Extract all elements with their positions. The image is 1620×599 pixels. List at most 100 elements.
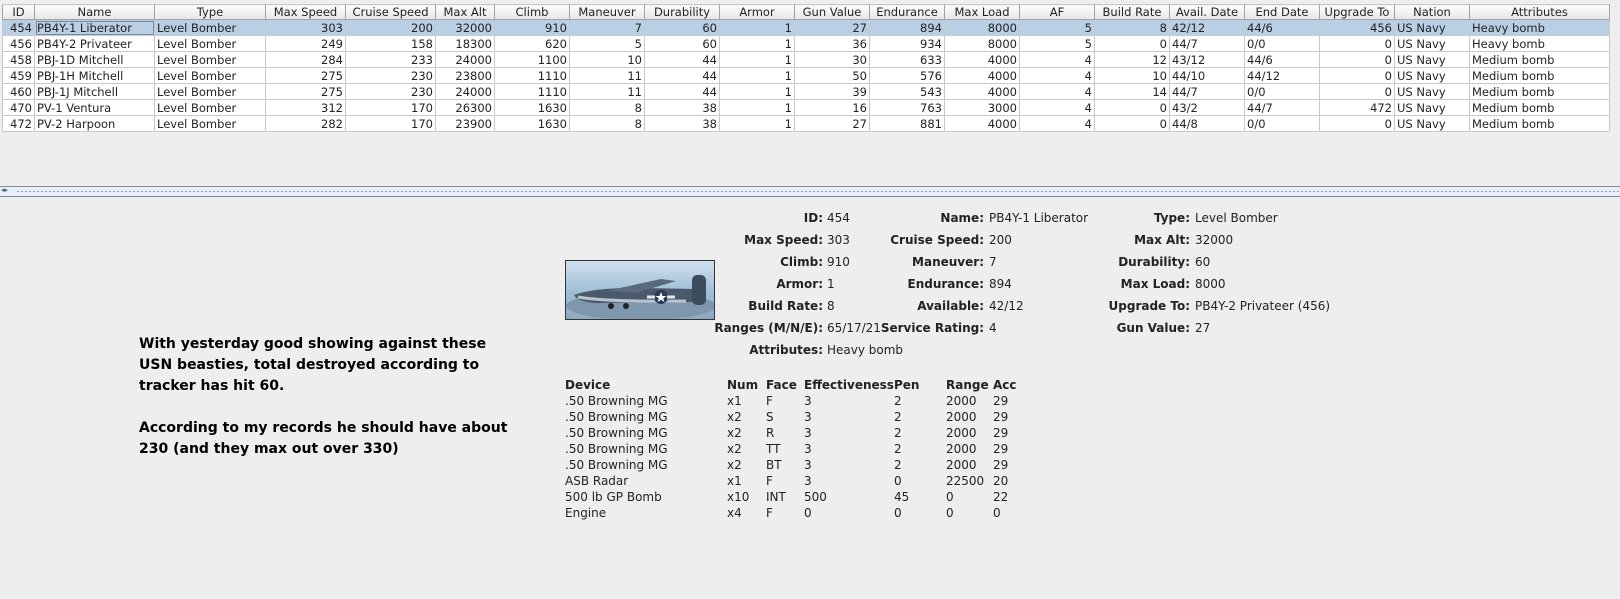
table-cell[interactable]: US Navy <box>1394 67 1470 84</box>
table-cell[interactable]: 275 <box>265 67 346 84</box>
table-cell[interactable]: 16 <box>794 99 870 116</box>
column-header[interactable]: Name <box>34 4 155 20</box>
table-cell[interactable]: 8000 <box>944 35 1020 52</box>
table-cell[interactable]: Medium bomb <box>1469 115 1610 132</box>
table-cell[interactable]: 1110 <box>494 83 570 100</box>
column-header[interactable]: Armor <box>719 4 795 20</box>
table-cell[interactable]: Medium bomb <box>1469 83 1610 100</box>
table-cell[interactable]: 11 <box>569 67 645 84</box>
table-cell[interactable]: 4 <box>1019 99 1095 116</box>
table-cell[interactable]: US Navy <box>1394 115 1470 132</box>
table-cell[interactable]: 456 <box>1319 19 1395 36</box>
table-cell[interactable]: 170 <box>345 99 436 116</box>
table-cell[interactable]: 0/0 <box>1244 115 1320 132</box>
table-cell[interactable]: 158 <box>345 35 436 52</box>
table-cell[interactable]: 39 <box>794 83 870 100</box>
table-row[interactable]: 460 PBJ-1J Mitchell Level Bomber 275 230 2400… <box>2 83 1610 100</box>
table-cell[interactable]: PBJ-1J Mitchell <box>34 83 155 100</box>
table-cell[interactable]: 44/7 <box>1244 99 1320 116</box>
table-cell[interactable]: 24000 <box>435 83 495 100</box>
table-cell[interactable]: 5 <box>1019 35 1095 52</box>
table-cell[interactable]: 8 <box>569 115 645 132</box>
table-cell[interactable]: Level Bomber <box>154 99 266 116</box>
table-cell[interactable]: 0/0 <box>1244 35 1320 52</box>
table-cell[interactable]: 1630 <box>494 99 570 116</box>
table-cell[interactable]: 0/0 <box>1244 83 1320 100</box>
table-cell[interactable]: 0 <box>1094 115 1170 132</box>
column-header[interactable]: Max Speed <box>265 4 346 20</box>
table-cell[interactable]: 44/7 <box>1169 35 1245 52</box>
table-cell[interactable]: Level Bomber <box>154 83 266 100</box>
table-cell[interactable]: 23900 <box>435 115 495 132</box>
table-cell[interactable]: 7 <box>569 19 645 36</box>
table-cell[interactable]: 910 <box>494 19 570 36</box>
table-cell[interactable]: 249 <box>265 35 346 52</box>
table-cell[interactable]: 44/10 <box>1169 67 1245 84</box>
table-cell[interactable]: 43/12 <box>1169 51 1245 68</box>
table-cell[interactable]: PV-2 Harpoon <box>34 115 155 132</box>
column-header[interactable]: Maneuver <box>569 4 645 20</box>
table-row[interactable]: 472 PV-2 Harpoon Level Bomber 282 170 23900 16… <box>2 115 1610 132</box>
split-collapse-arrows-icon[interactable]: ◂▸ <box>1 186 8 195</box>
table-cell[interactable]: 312 <box>265 99 346 116</box>
table-cell[interactable]: 44/7 <box>1169 83 1245 100</box>
table-cell[interactable]: Medium bomb <box>1469 99 1610 116</box>
table-cell[interactable]: Medium bomb <box>1469 51 1610 68</box>
table-cell[interactable]: 60 <box>644 19 720 36</box>
table-cell[interactable]: 763 <box>869 99 945 116</box>
column-header[interactable]: AF <box>1019 4 1095 20</box>
table-cell[interactable]: 472 <box>1319 99 1395 116</box>
table-cell[interactable]: 1 <box>719 115 795 132</box>
column-header[interactable]: Gun Value <box>794 4 870 20</box>
table-cell[interactable]: 4000 <box>944 67 1020 84</box>
table-cell[interactable]: 233 <box>345 51 436 68</box>
table-cell[interactable]: 14 <box>1094 83 1170 100</box>
table-cell[interactable]: 458 <box>2 51 35 68</box>
column-header[interactable]: End Date <box>1244 4 1320 20</box>
table-cell[interactable]: US Navy <box>1394 99 1470 116</box>
table-cell[interactable]: 8000 <box>944 19 1020 36</box>
table-cell[interactable]: 1 <box>719 67 795 84</box>
table-cell[interactable]: 543 <box>869 83 945 100</box>
table-cell[interactable]: Level Bomber <box>154 115 266 132</box>
table-cell[interactable]: 10 <box>569 51 645 68</box>
table-cell[interactable]: 8 <box>569 99 645 116</box>
table-cell[interactable]: 4000 <box>944 83 1020 100</box>
table-cell[interactable]: 32000 <box>435 19 495 36</box>
table-cell[interactable]: 0 <box>1094 99 1170 116</box>
table-cell[interactable]: 3000 <box>944 99 1020 116</box>
table-cell[interactable]: 4 <box>1019 51 1095 68</box>
table-cell[interactable]: US Navy <box>1394 51 1470 68</box>
table-cell[interactable]: 230 <box>345 83 436 100</box>
table-cell[interactable]: 230 <box>345 67 436 84</box>
column-header[interactable]: Build Rate <box>1094 4 1170 20</box>
table-cell[interactable]: Level Bomber <box>154 67 266 84</box>
table-cell[interactable]: 38 <box>644 99 720 116</box>
table-cell[interactable]: US Navy <box>1394 35 1470 52</box>
column-header[interactable]: Endurance <box>869 4 945 20</box>
table-cell[interactable]: 0 <box>1319 115 1395 132</box>
table-cell[interactable]: 284 <box>265 51 346 68</box>
table-cell[interactable]: 4 <box>1019 67 1095 84</box>
table-cell[interactable]: 460 <box>2 83 35 100</box>
table-cell[interactable]: 275 <box>265 83 346 100</box>
table-cell[interactable]: US Navy <box>1394 19 1470 36</box>
table-cell[interactable]: 934 <box>869 35 945 52</box>
table-cell[interactable]: 44/12 <box>1244 67 1320 84</box>
table-row[interactable]: 459 PBJ-1H Mitchell Level Bomber 275 230 2380… <box>2 67 1610 84</box>
table-row[interactable]: 470 PV-1 Ventura Level Bomber 312 170 26300 16… <box>2 99 1610 116</box>
table-cell[interactable]: 11 <box>569 83 645 100</box>
table-cell[interactable]: 456 <box>2 35 35 52</box>
table-cell[interactable]: 881 <box>869 115 945 132</box>
table-cell[interactable]: 5 <box>569 35 645 52</box>
table-cell[interactable]: Heavy bomb <box>1469 19 1610 36</box>
table-cell[interactable]: 303 <box>265 19 346 36</box>
table-cell[interactable]: 60 <box>644 35 720 52</box>
table-cell[interactable]: Medium bomb <box>1469 67 1610 84</box>
table-cell[interactable]: 44/6 <box>1244 19 1320 36</box>
table-cell[interactable]: 10 <box>1094 67 1170 84</box>
table-cell[interactable]: 1 <box>719 35 795 52</box>
column-header[interactable]: Upgrade To <box>1319 4 1395 20</box>
table-cell[interactable]: 1110 <box>494 67 570 84</box>
table-cell[interactable]: 44 <box>644 51 720 68</box>
